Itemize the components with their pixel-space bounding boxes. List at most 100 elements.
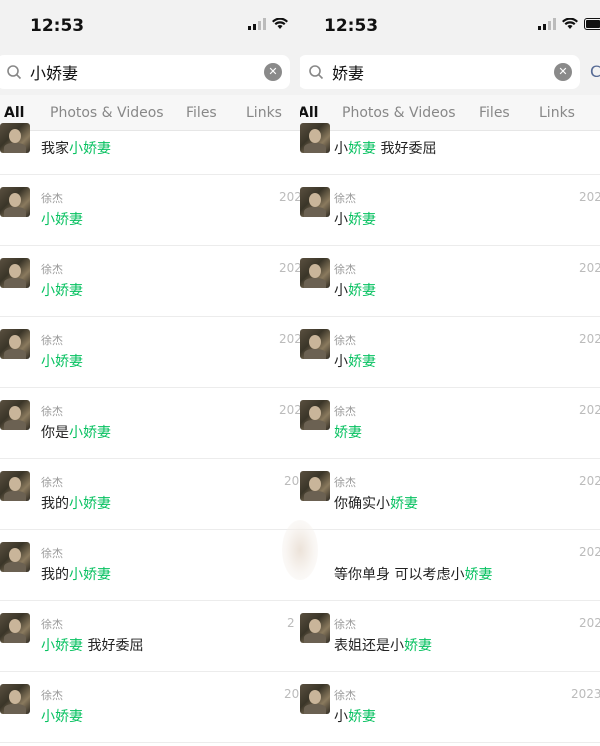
avatar	[0, 400, 30, 430]
message-text: 表姐还是小娇妻	[334, 638, 432, 654]
result-row[interactable]: 徐杰 202 娇妻	[300, 388, 600, 459]
result-row[interactable]: 徐杰 202 小娇妻	[300, 246, 600, 317]
message-text: 等你单身 可以考虑小娇妻	[334, 567, 493, 583]
message-date: 202	[579, 190, 600, 204]
search-icon	[304, 60, 328, 84]
sender-name: 徐杰	[334, 192, 356, 205]
system-icons	[248, 18, 288, 30]
result-row[interactable]: 徐杰 2 小娇妻 我好委屈	[0, 601, 300, 672]
message-text: 你是小娇妻	[41, 425, 111, 441]
message-text: 小娇妻	[334, 212, 376, 228]
result-row[interactable]: 徐杰 20 我的小娇妻	[0, 459, 300, 530]
tab-all[interactable]: All	[4, 105, 24, 121]
avatar	[0, 613, 30, 643]
results-list: 小娇妻 我好委屈 徐杰 202 小娇妻 徐杰 202 小娇妻 徐杰 202 小娇…	[300, 123, 600, 743]
filter-tabs: All Photos & Videos Files Links	[0, 95, 300, 131]
results-list: 我家小娇妻 徐杰 202 小娇妻 徐杰 202 小娇妻 徐杰 202 小娇妻 徐…	[0, 123, 300, 743]
search-query: 娇妻	[332, 64, 365, 83]
result-row[interactable]: 徐杰 202 你确实小娇妻	[300, 459, 600, 530]
message-text: 小娇妻	[41, 283, 83, 299]
status-bar: 12:53	[0, 0, 300, 50]
search-input[interactable]: 娇妻 ✕	[300, 55, 580, 89]
avatar	[300, 471, 330, 501]
message-date: 202	[279, 261, 300, 275]
sender-name: 徐杰	[41, 618, 63, 631]
sender-name: 徐杰	[41, 192, 63, 205]
filter-tabs: All Photos & Videos Files Links	[300, 95, 600, 131]
message-text: 小娇妻 我好委屈	[41, 638, 144, 654]
result-row[interactable]: 我家小娇妻	[0, 123, 300, 175]
clear-icon[interactable]: ✕	[554, 63, 572, 81]
tab-links[interactable]: Links	[539, 105, 575, 121]
tab-files[interactable]: Files	[479, 105, 510, 121]
message-text: 娇妻	[334, 425, 362, 441]
avatar	[0, 187, 30, 217]
wifi-icon	[562, 18, 578, 29]
message-date: 202	[579, 332, 600, 346]
tab-files[interactable]: Files	[186, 105, 217, 121]
sender-name: 徐杰	[41, 476, 63, 489]
avatar	[0, 542, 30, 572]
tab-links[interactable]: Links	[246, 105, 282, 121]
tab-photos-videos[interactable]: Photos & Videos	[50, 105, 164, 121]
avatar	[300, 123, 330, 153]
result-row[interactable]: 小娇妻 我好委屈	[300, 123, 600, 175]
search-bar: 娇妻 ✕ C	[300, 50, 600, 95]
message-date: 202	[579, 545, 600, 559]
search-query: 小娇妻	[30, 64, 79, 83]
message-text: 小娇妻	[334, 709, 376, 725]
avatar	[300, 400, 330, 430]
signal-icon	[538, 18, 556, 30]
sender-name: 徐杰	[41, 547, 63, 560]
right-screenshot: 12:53 娇妻 ✕ C All Photos & Videos Files L…	[300, 0, 600, 746]
signal-icon	[248, 18, 266, 30]
message-date: 2023	[571, 687, 600, 701]
sender-name: 徐杰	[41, 263, 63, 276]
message-text: 我的小娇妻	[41, 567, 111, 583]
clear-icon[interactable]: ✕	[264, 63, 282, 81]
message-date: 202	[579, 403, 600, 417]
message-text: 小娇妻	[41, 709, 83, 725]
avatar	[300, 258, 330, 288]
message-text: 我家小娇妻	[41, 141, 111, 157]
avatar	[0, 471, 30, 501]
sender-name: 徐杰	[334, 618, 356, 631]
avatar	[300, 329, 330, 359]
result-row[interactable]: 徐杰 202 表姐还是小娇妻	[300, 601, 600, 672]
status-bar: 12:53	[300, 0, 600, 50]
avatar	[300, 684, 330, 714]
result-row[interactable]: 徐杰 20 小娇妻	[0, 672, 300, 743]
result-row[interactable]: 徐杰 202 你是小娇妻	[0, 388, 300, 459]
system-icons	[538, 18, 600, 30]
result-row[interactable]: 徐杰 我的小娇妻	[0, 530, 300, 601]
avatar	[300, 613, 330, 643]
cancel-button[interactable]: C	[590, 62, 600, 81]
message-text: 小娇妻	[41, 212, 83, 228]
avatar	[0, 684, 30, 714]
message-text: 小娇妻	[41, 354, 83, 370]
clock: 12:53	[30, 16, 85, 36]
tab-photos-videos[interactable]: Photos & Videos	[342, 105, 456, 121]
result-row[interactable]: 徐杰 202 小娇妻	[300, 317, 600, 388]
result-row[interactable]: 徐杰 202 小娇妻	[0, 175, 300, 246]
search-input[interactable]: 小娇妻 ✕	[0, 55, 290, 89]
result-row[interactable]: 202 等你单身 可以考虑小娇妻	[300, 530, 600, 601]
message-text: 小娇妻	[334, 354, 376, 370]
result-row[interactable]: 徐杰 202 小娇妻	[0, 246, 300, 317]
message-text: 我的小娇妻	[41, 496, 111, 512]
search-bar: 小娇妻 ✕	[0, 50, 300, 95]
avatar	[0, 258, 30, 288]
result-row[interactable]: 徐杰 202 小娇妻	[0, 317, 300, 388]
sender-name: 徐杰	[41, 689, 63, 702]
message-date: 20	[284, 687, 300, 701]
battery-icon	[584, 18, 600, 30]
tab-all[interactable]: All	[300, 105, 318, 121]
message-text: 你确实小娇妻	[334, 496, 418, 512]
sender-name: 徐杰	[41, 334, 63, 347]
sender-name: 徐杰	[334, 689, 356, 702]
result-row[interactable]: 徐杰 202 小娇妻	[300, 175, 600, 246]
avatar	[0, 329, 30, 359]
message-date: 202	[279, 332, 300, 346]
result-row[interactable]: 徐杰 2023 小娇妻	[300, 672, 600, 743]
search-icon	[2, 60, 26, 84]
